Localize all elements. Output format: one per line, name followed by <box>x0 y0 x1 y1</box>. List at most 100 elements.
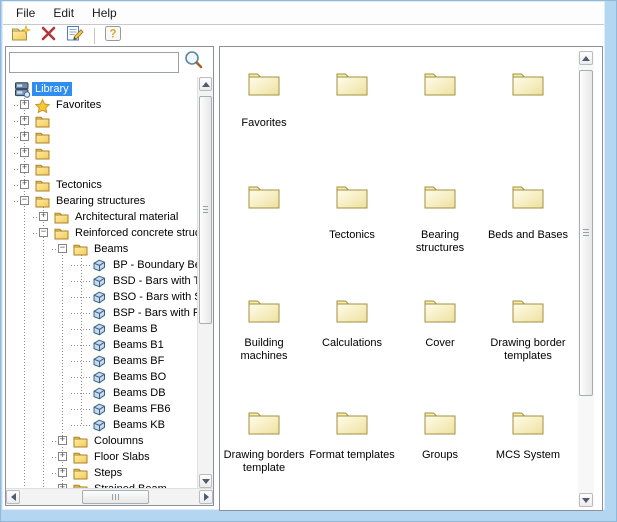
folder-icon <box>221 69 307 97</box>
folder-icon <box>485 408 571 436</box>
tree-hscrollbar-thumb[interactable] <box>82 490 149 504</box>
tree-item-beams-fb6[interactable]: Beams FB6 <box>6 401 196 417</box>
expand-plus-box[interactable]: + <box>20 148 29 157</box>
expand-plus-box[interactable]: + <box>58 436 67 445</box>
help-icon: ? <box>104 25 122 47</box>
tree-connector <box>71 377 92 378</box>
tree-item-unnamed-folder[interactable]: + <box>6 145 196 161</box>
scroll-up-button[interactable] <box>579 51 593 65</box>
folder-item-building-machines[interactable]: Building machines <box>221 296 307 363</box>
folder-item-tectonics[interactable]: Tectonics <box>309 182 395 242</box>
help-button[interactable]: ? <box>100 25 126 47</box>
folder-item-cover[interactable]: Cover <box>397 296 483 350</box>
scroll-right-button[interactable] <box>199 490 213 504</box>
menu-help[interactable]: Help <box>83 3 126 23</box>
arrow-down-icon <box>201 478 210 484</box>
tree-item-beams-bo[interactable]: Beams BO <box>6 369 196 385</box>
folder-item-bearing-structures[interactable]: Bearing structures <box>397 182 483 255</box>
collapse-minus-box[interactable]: − <box>58 244 67 253</box>
scroll-down-button[interactable] <box>199 474 212 488</box>
grid-vertical-scrollbar[interactable] <box>578 51 594 507</box>
tree-horizontal-scrollbar[interactable] <box>6 488 213 505</box>
folder-icon <box>309 408 395 436</box>
folder-item-mcs-system[interactable]: MCS System <box>485 408 571 462</box>
tree-item-reinforced-concrete-struct[interactable]: − Reinforced concrete struct <box>6 225 200 241</box>
collapse-minus-box[interactable]: − <box>20 196 29 205</box>
tree-item-label: BSO - Bars with Sl <box>113 291 200 303</box>
tree-item-floor-slabs[interactable]: + Floor Slabs <box>6 449 196 465</box>
tree-item-beams[interactable]: − Beams <box>6 241 196 257</box>
folder-item-unnamed-folder[interactable] <box>397 69 483 117</box>
edit-button[interactable] <box>62 25 88 47</box>
tree-item-bso-bars-with-sl[interactable]: BSO - Bars with Sl <box>6 289 200 305</box>
expand-plus-box[interactable]: + <box>20 100 29 109</box>
tree-item-bsd-bars-with-tw[interactable]: BSD - Bars with Tw <box>6 273 200 289</box>
folder-icon <box>397 296 483 324</box>
tree-item-label <box>53 130 59 144</box>
folder-item-favorites[interactable]: Favorites <box>221 69 307 130</box>
tree-item-label: Steps <box>94 467 123 479</box>
folder-icon <box>35 146 52 161</box>
folder-item-unnamed-folder[interactable] <box>221 182 307 229</box>
folder-item-label: Format templates <box>309 449 395 461</box>
tree-item-unnamed-folder[interactable]: + <box>6 113 196 129</box>
toolbar-separator <box>94 28 95 44</box>
folder-item-drawing-borders-template[interactable]: Drawing borders template <box>221 408 307 475</box>
search-button[interactable] <box>181 50 207 74</box>
folder-icon <box>309 182 395 210</box>
tree-item-tectonics[interactable]: + Tectonics <box>6 177 196 193</box>
tree-item-bearing-structures[interactable]: − Bearing structures <box>6 193 196 209</box>
grid-scrollbar-thumb[interactable] <box>579 70 593 396</box>
tree-item-label: Floor Slabs <box>94 451 150 463</box>
tree-item-beams-kb[interactable]: Beams KB <box>6 417 196 433</box>
tree-item-beams-b1[interactable]: Beams B1 <box>6 337 196 353</box>
tree-item-architectural-material[interactable]: + Architectural material <box>6 209 196 225</box>
expand-plus-box[interactable]: + <box>39 212 48 221</box>
search-input[interactable] <box>9 52 179 73</box>
tree-item-steps[interactable]: + Steps <box>6 465 196 481</box>
tree-item-bsp-bars-with-pa[interactable]: BSP - Bars with Pa <box>6 305 200 321</box>
folder-icon <box>35 162 52 177</box>
scroll-down-button[interactable] <box>579 493 593 507</box>
tree-item-coloumns[interactable]: + Coloumns <box>6 433 196 449</box>
block-icon <box>92 274 109 289</box>
tree-item-beams-bf[interactable]: Beams BF <box>6 353 196 369</box>
folder-item-label: Tectonics <box>329 229 375 241</box>
folder-icon <box>73 450 90 465</box>
new-folder-button[interactable] <box>8 25 34 47</box>
menu-file[interactable]: File <box>7 3 44 23</box>
tree-item-library[interactable]: Library <box>6 81 196 98</box>
menu-bar: File Edit Help <box>3 2 604 25</box>
scroll-left-button[interactable] <box>6 490 20 504</box>
expand-plus-box[interactable]: + <box>20 132 29 141</box>
folder-item-calculations[interactable]: Calculations <box>309 296 395 350</box>
tree-scrollbar-thumb[interactable] <box>199 96 212 324</box>
scroll-up-button[interactable] <box>199 77 212 91</box>
menu-edit[interactable]: Edit <box>44 3 83 23</box>
new-folder-icon <box>11 25 31 47</box>
tree-item-strained-beam[interactable]: +Strained Beam <box>6 481 196 488</box>
expand-plus-box[interactable]: + <box>20 116 29 125</box>
tree-item-label: Library <box>32 82 72 96</box>
folder-item-unnamed-folder[interactable] <box>485 69 571 117</box>
tree-item-unnamed-folder[interactable]: + <box>6 161 196 177</box>
folder-item-groups[interactable]: Groups <box>397 408 483 462</box>
tree-item-beams-b[interactable]: Beams B <box>6 321 196 337</box>
folder-item-beds-and-bases[interactable]: Beds and Bases <box>485 182 571 242</box>
tree-item-beams-db[interactable]: Beams DB <box>6 385 196 401</box>
expand-plus-box[interactable]: + <box>58 452 67 461</box>
tree-item-bp-boundary-bea[interactable]: BP - Boundary Bea <box>6 257 200 273</box>
expand-plus-box[interactable]: + <box>20 180 29 189</box>
expand-plus-box[interactable]: + <box>58 468 67 477</box>
folder-icon <box>397 408 483 436</box>
tree-item-favorites[interactable]: + Favorites <box>6 97 196 113</box>
folder-icon <box>35 130 52 145</box>
folder-item-drawing-border-templates[interactable]: Drawing border templates <box>485 296 571 363</box>
tree-item-unnamed-folder[interactable]: + <box>6 129 196 145</box>
folder-item-format-templates[interactable]: Format templates <box>309 408 395 462</box>
collapse-minus-box[interactable]: − <box>39 228 48 237</box>
expand-plus-box[interactable]: + <box>20 164 29 173</box>
folder-item-unnamed-folder[interactable] <box>309 69 395 117</box>
delete-button[interactable] <box>35 25 61 47</box>
tree-vertical-scrollbar[interactable] <box>197 77 213 488</box>
